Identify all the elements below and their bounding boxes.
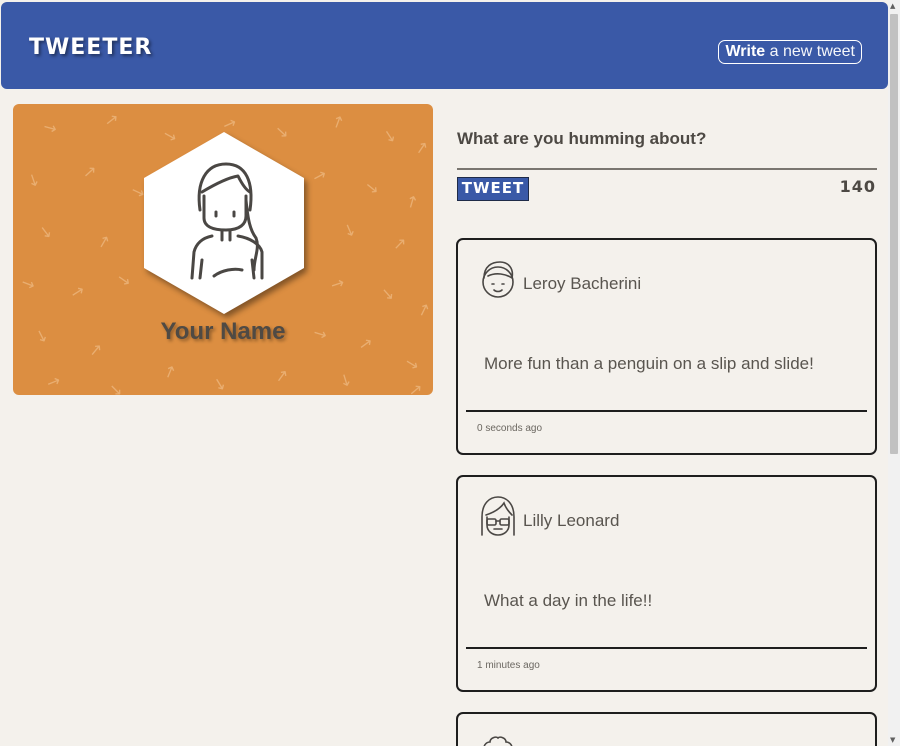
bird-pattern-icon: ↘	[39, 115, 61, 140]
profile-card: ↘ ↗ ↘ ↗ ↘ ↗ ↘ ↗ ↘ ↗ ↘ ↗ ↘ ↗ ↘ ↗ ↘ ↗ ↘ ↗ ↘ ↗ ↘ ↗ ↘ ↗ ↘ ↗ ↘ ↗ ↘ ↗ ↘ ↗ ↘ ↗ You…	[13, 104, 433, 395]
bird-pattern-icon: ↗	[401, 189, 423, 214]
bird-pattern-icon: ↘	[210, 372, 229, 395]
tweet-divider	[466, 410, 867, 412]
bird-pattern-icon: ↗	[327, 110, 348, 133]
bird-pattern-icon: ↘	[335, 367, 357, 392]
bird-pattern-icon: ↗	[159, 360, 180, 383]
tweet-timestamp: 0 seconds ago	[477, 423, 543, 434]
hexagon-frame-icon	[144, 132, 304, 314]
tweet-author[interactable]: Leroy Bacherini	[523, 274, 641, 294]
bird-pattern-icon: ↘	[380, 283, 396, 304]
compose-rest-label: a new tweet	[765, 43, 855, 60]
brand-logo[interactable]: TWEETER	[29, 35, 152, 60]
tweet-card	[456, 712, 877, 746]
bird-pattern-icon: ↗	[273, 365, 290, 386]
profile-avatar	[142, 130, 306, 316]
composer-prompt: What are you humming about?	[457, 129, 707, 148]
bird-pattern-icon: ↗	[408, 379, 424, 395]
write-new-tweet-button[interactable]: Write a new tweet	[718, 40, 862, 64]
bird-pattern-icon: ↘	[339, 218, 360, 241]
top-nav: TWEETER Write a new tweet	[1, 2, 888, 89]
scroll-down-icon[interactable]: ▼	[890, 736, 895, 744]
bird-pattern-icon: ↗	[327, 271, 348, 296]
bird-pattern-icon: ↘	[381, 124, 399, 147]
bird-pattern-icon: ↗	[82, 161, 97, 182]
bird-pattern-icon: ↗	[94, 230, 113, 253]
tweet-divider	[466, 647, 867, 649]
bird-pattern-icon: ↗	[43, 370, 64, 393]
bird-pattern-icon: ↗	[392, 233, 407, 254]
bird-pattern-icon: ↗	[413, 136, 431, 159]
tweet-author[interactable]: Lilly Leonard	[523, 511, 619, 531]
tweet-card: Leroy Bacherini More fun than a penguin …	[456, 238, 877, 455]
boy-avatar-icon	[482, 261, 514, 298]
curly-hair-avatar-icon	[483, 736, 513, 746]
tweet-timestamp: 1 minutes ago	[477, 660, 540, 671]
bird-pattern-icon: ↗	[310, 164, 329, 187]
tweet-submit-button[interactable]: TWEET	[457, 177, 529, 201]
scroll-thumb[interactable]	[890, 14, 898, 454]
page-scrollbar[interactable]: ▲ ▼	[888, 0, 900, 746]
bird-pattern-icon: ↘	[109, 380, 123, 395]
bird-pattern-icon: ↘	[37, 221, 54, 242]
compose-bold-label: Write	[725, 43, 766, 60]
bird-pattern-icon: ↘	[17, 272, 38, 295]
bird-pattern-icon: ↗	[69, 280, 87, 303]
character-counter: 140	[839, 177, 876, 196]
bird-pattern-icon: ↘	[23, 168, 44, 191]
bird-pattern-icon: ↘	[364, 177, 380, 198]
composer-input-line[interactable]	[457, 168, 877, 170]
bird-pattern-icon: ↘	[402, 352, 421, 375]
profile-name: Your Name	[160, 318, 286, 345]
scroll-up-icon[interactable]: ▲	[890, 2, 895, 10]
tweet-content: More fun than a penguin on a slip and sl…	[484, 354, 814, 373]
bird-pattern-icon: ↗	[103, 109, 120, 130]
tweet-content: What a day in the life!!	[484, 591, 653, 610]
tweet-card: Lilly Leonard What a day in the life!! 1…	[456, 475, 877, 692]
girl-glasses-avatar-icon	[481, 496, 515, 536]
bird-pattern-icon: ↘	[115, 268, 132, 291]
